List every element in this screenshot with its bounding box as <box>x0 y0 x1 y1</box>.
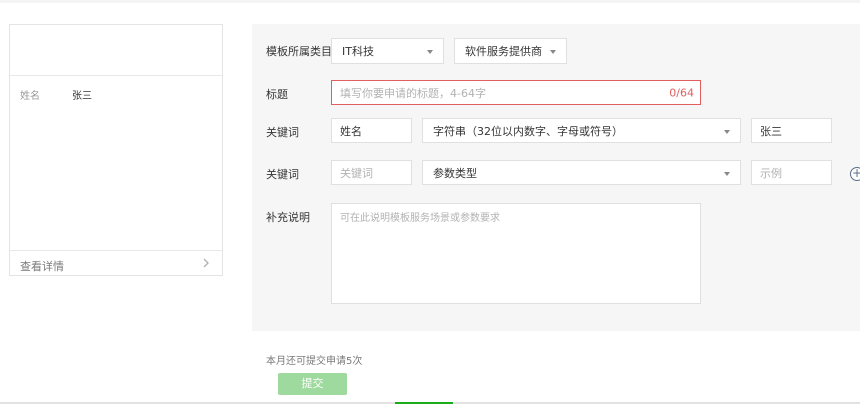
keyword-type-select-1[interactable]: 字符串（32位以内数字、字母或符号） <box>422 118 741 143</box>
chevron-down-icon <box>724 171 730 176</box>
chevron-down-icon <box>550 50 556 54</box>
submit-button[interactable]: 提交 <box>278 373 347 395</box>
preview-header <box>10 25 222 76</box>
category-secondary-value: 软件服务提供商 <box>465 45 542 58</box>
keyword-example-placeholder-2: 示例 <box>760 166 782 180</box>
keyword-label-2: 关键词 <box>266 168 299 181</box>
notes-placeholder: 可在此说明模板服务场景或参数要求 <box>340 213 500 224</box>
top-divider <box>0 0 860 3</box>
notes-textarea[interactable]: 可在此说明模板服务场景或参数要求 <box>331 203 701 304</box>
keyword-example-input-2[interactable]: 示例 <box>751 160 832 185</box>
remaining-submissions-text: 本月还可提交申请5次 <box>266 356 363 367</box>
preview-details-row[interactable]: 查看详情 <box>10 250 222 277</box>
chevron-down-icon <box>427 50 433 54</box>
keyword-example-input-1[interactable]: 张三 <box>751 118 832 143</box>
category-secondary-select[interactable]: 软件服务提供商 <box>454 38 567 64</box>
keyword-name-input-2[interactable]: 关键词 <box>331 160 412 185</box>
view-details-link[interactable]: 查看详情 <box>20 258 64 274</box>
preview-field-row: 姓名 张三 <box>20 87 92 102</box>
category-primary-select[interactable]: IT科技 <box>331 38 444 64</box>
title-char-counter: 0/64 <box>669 86 694 99</box>
keyword-type-select-2[interactable]: 参数类型 <box>422 160 741 185</box>
preview-field-value: 张三 <box>72 91 92 102</box>
keyword-name-value-1: 姓名 <box>340 124 362 138</box>
chevron-down-icon <box>724 129 730 134</box>
category-label: 模板所属类目 <box>266 45 332 58</box>
category-primary-value: IT科技 <box>342 45 374 58</box>
title-placeholder: 填写你要申请的标题，4-64字 <box>340 86 486 100</box>
title-input[interactable]: 填写你要申请的标题，4-64字 0/64 <box>331 80 701 105</box>
notes-label: 补充说明 <box>266 211 310 224</box>
title-label: 标题 <box>266 88 288 101</box>
preview-field-label: 姓名 <box>20 91 40 102</box>
template-preview-card: 姓名 张三 查看详情 <box>9 24 223 276</box>
chevron-right-icon <box>203 258 209 268</box>
keyword-label-1: 关键词 <box>266 126 299 139</box>
keyword-example-value-1: 张三 <box>760 124 782 138</box>
keyword-name-input-1[interactable]: 姓名 <box>331 118 412 143</box>
plus-circle-icon[interactable]: + <box>850 166 860 181</box>
keyword-type-value-1: 字符串（32位以内数字、字母或符号） <box>433 124 623 138</box>
keyword-name-placeholder-2: 关键词 <box>340 166 373 180</box>
keyword-type-placeholder-2: 参数类型 <box>433 166 477 180</box>
